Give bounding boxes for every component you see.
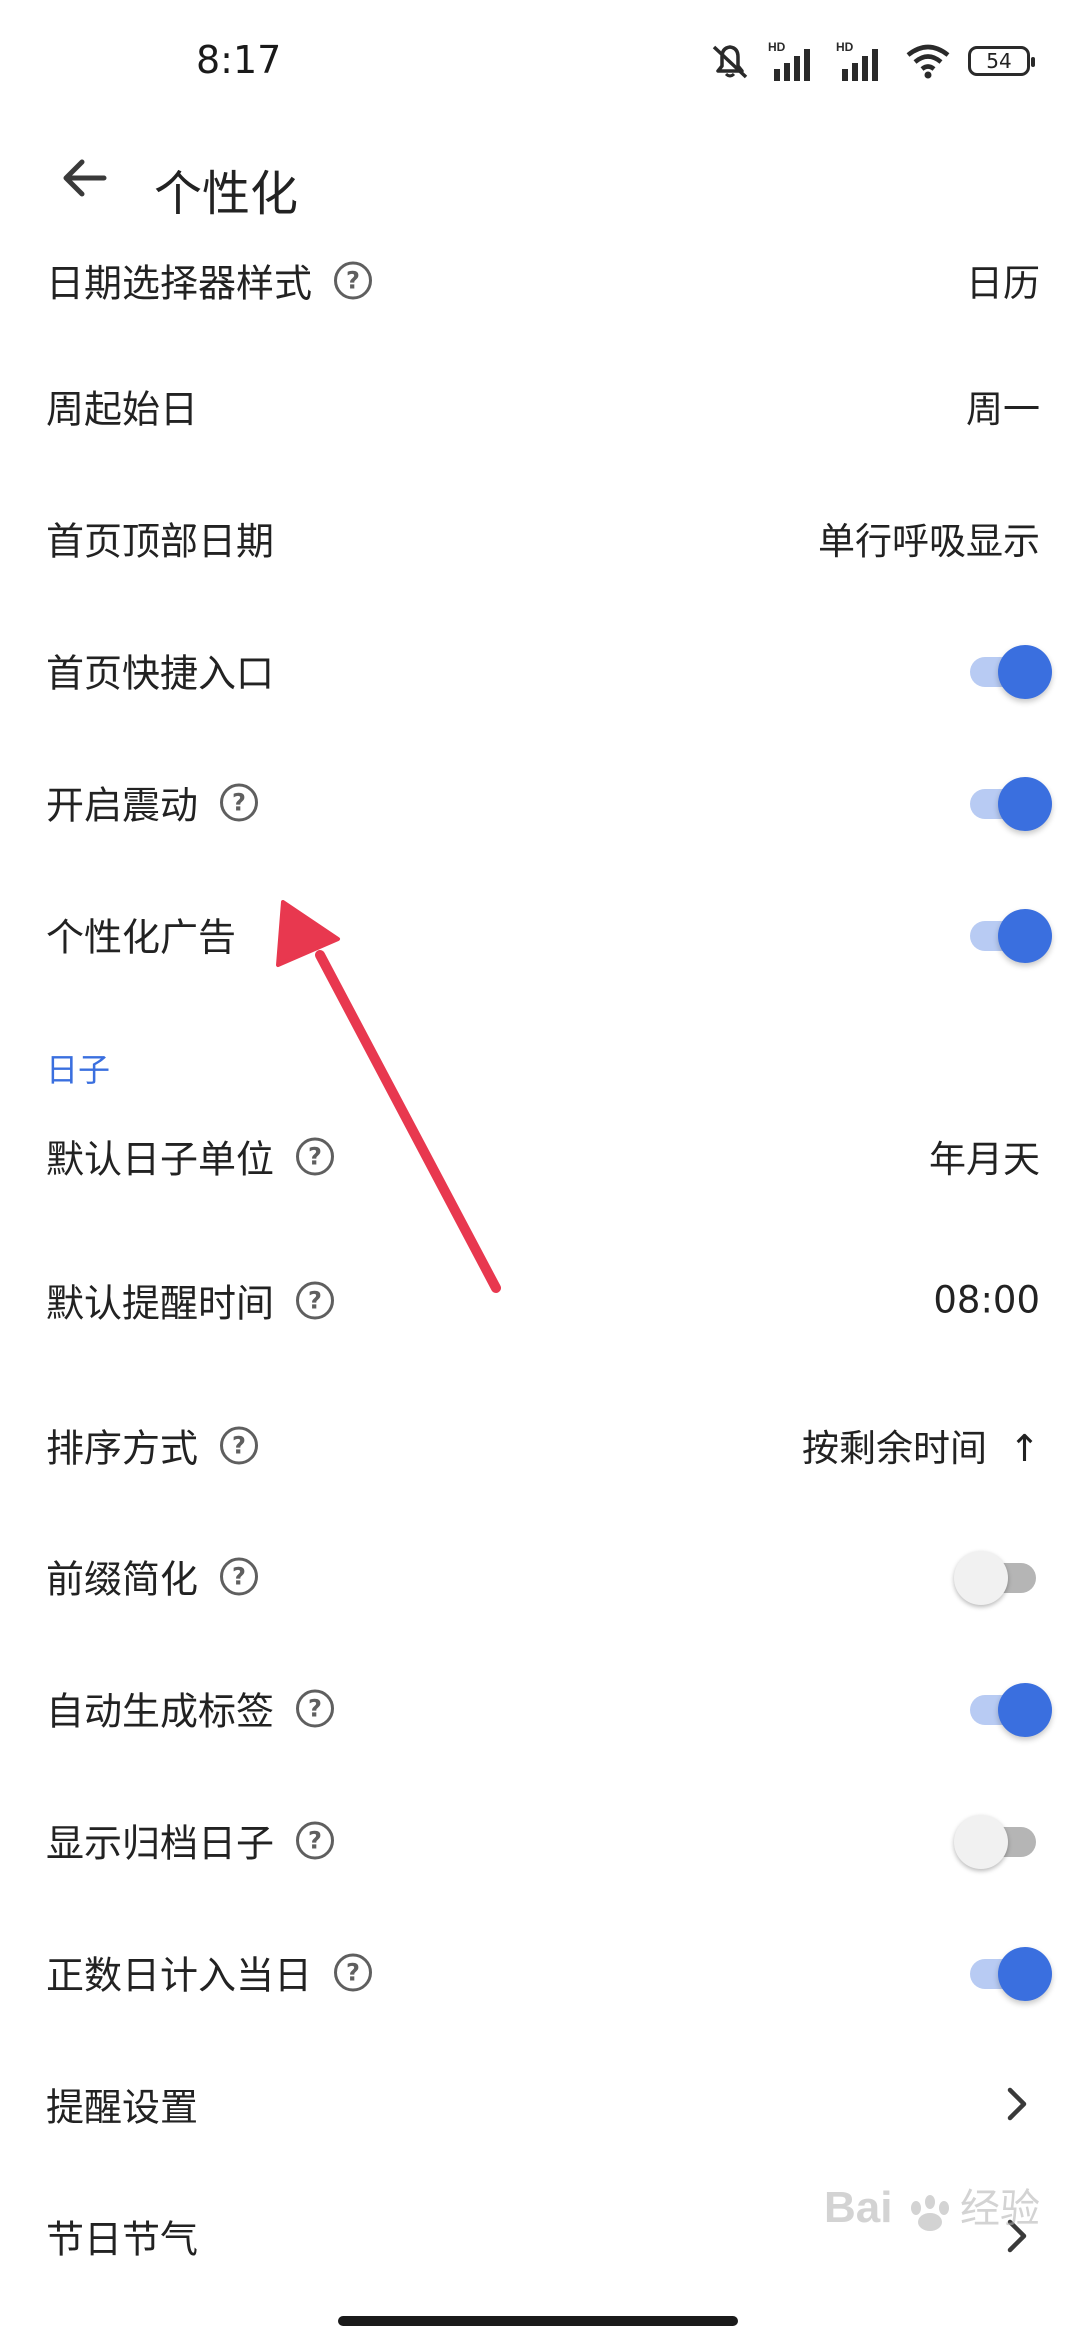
help-icon[interactable]: ? <box>296 1281 335 1319</box>
setting-week-start-day[interactable]: 周起始日 周一 <box>0 356 1080 456</box>
setting-default-reminder-time[interactable]: 默认提醒时间? 08:00 <box>0 1250 1080 1350</box>
svg-text:Bai: Bai <box>824 2183 892 2232</box>
setting-label: 提醒设置 <box>46 2085 199 2130</box>
setting-date-picker-style[interactable]: 日期选择器样式? 日历 <box>0 230 1080 330</box>
help-icon[interactable]: ? <box>296 1689 335 1727</box>
setting-home-shortcut[interactable]: 首页快捷入口 <box>0 620 1080 720</box>
toggle-switch[interactable] <box>962 904 1052 964</box>
toggle-switch[interactable] <box>954 1546 1044 1606</box>
status-bar: 8:17 HD HD 54 <box>0 0 1080 120</box>
chevron-right-icon <box>1007 2087 1027 2121</box>
status-icons: HD HD 54 <box>708 38 1035 84</box>
back-button[interactable] <box>44 138 124 218</box>
toggle-switch[interactable] <box>962 640 1052 700</box>
help-icon[interactable]: ? <box>334 1953 373 1991</box>
help-icon[interactable]: ? <box>220 1557 259 1595</box>
back-arrow-icon <box>63 159 107 197</box>
setting-label: 排序方式 <box>46 1426 199 1471</box>
help-icon[interactable]: ? <box>296 1137 335 1175</box>
status-time: 8:17 <box>196 38 282 82</box>
signal-icon: HD <box>768 40 810 81</box>
help-icon[interactable]: ? <box>296 1821 335 1859</box>
setting-auto-tags[interactable]: 自动生成标签? <box>0 1658 1080 1758</box>
setting-value: 年月天 <box>929 1138 1040 1181</box>
baidu-jingyan-watermark: Bai 经验 <box>820 2170 1040 2280</box>
setting-label: 默认提醒时间 <box>46 1281 275 1326</box>
signal-icon-2: HD <box>836 40 878 81</box>
toggle-switch[interactable] <box>954 1810 1044 1870</box>
help-icon[interactable]: ? <box>334 261 373 299</box>
setting-label: 首页顶部日期 <box>46 519 275 564</box>
setting-label: 正数日计入当日 <box>46 1953 313 1998</box>
setting-value: 单行呼吸显示 <box>818 520 1040 563</box>
setting-personalized-ads[interactable]: 个性化广告 <box>0 884 1080 984</box>
toggle-switch[interactable] <box>962 772 1052 832</box>
sort-arrow-icon: ↑ <box>1008 1427 1040 1470</box>
section-header-days: 日子 <box>46 1051 111 1089</box>
setting-reminder-settings[interactable]: 提醒设置 <box>0 2054 1080 2154</box>
page-title: 个性化 <box>154 166 299 222</box>
setting-label: 节日节气 <box>46 2217 199 2262</box>
toggle-switch[interactable] <box>962 1942 1052 2002</box>
setting-show-archived[interactable]: 显示归档日子? <box>0 1790 1080 1890</box>
battery-indicator: 54 <box>968 46 1035 76</box>
signal-hd-label-2: HD <box>836 40 854 54</box>
setting-vibration[interactable]: 开启震动? <box>0 752 1080 852</box>
home-indicator[interactable] <box>338 2316 738 2326</box>
setting-label: 开启震动 <box>46 783 199 828</box>
wifi-icon <box>906 44 950 79</box>
signal-hd-label: HD <box>768 40 786 54</box>
help-icon[interactable]: ? <box>220 1426 259 1464</box>
setting-value: 按剩余时间 <box>801 1427 987 1470</box>
setting-label: 自动生成标签 <box>46 1689 275 1734</box>
setting-label: 显示归档日子 <box>46 1821 275 1866</box>
setting-value: 周一 <box>966 388 1040 431</box>
setting-label: 首页快捷入口 <box>46 651 275 696</box>
setting-label: 日期选择器样式 <box>46 261 313 306</box>
setting-label: 前缀简化 <box>46 1557 199 1602</box>
svg-text:经验: 经验 <box>960 2186 1040 2232</box>
setting-sort-order[interactable]: 排序方式? 按剩余时间 ↑ <box>0 1395 1080 1495</box>
app-bar: 个性化 <box>0 120 1080 240</box>
mute-icon <box>712 45 748 79</box>
setting-label: 周起始日 <box>46 387 199 432</box>
setting-value: 日历 <box>966 262 1040 305</box>
setting-prefix-simplify[interactable]: 前缀简化? <box>0 1526 1080 1626</box>
setting-home-top-date[interactable]: 首页顶部日期 单行呼吸显示 <box>0 488 1080 588</box>
setting-default-day-unit[interactable]: 默认日子单位? 年月天 <box>0 1106 1080 1206</box>
toggle-switch[interactable] <box>962 1678 1052 1738</box>
setting-value: 08:00 <box>933 1278 1040 1322</box>
setting-label: 个性化广告 <box>46 915 237 960</box>
setting-count-current-day[interactable]: 正数日计入当日? <box>0 1922 1080 2022</box>
setting-label: 默认日子单位 <box>46 1137 275 1182</box>
help-icon[interactable]: ? <box>220 783 259 821</box>
